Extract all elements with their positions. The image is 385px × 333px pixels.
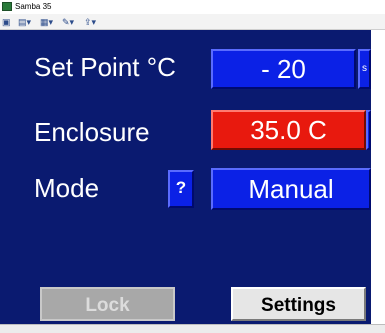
set-point-value[interactable]: - 20 xyxy=(211,49,356,89)
control-panel: Set Point °C - 20 s Enclosure 35.0 C Mod… xyxy=(0,30,371,324)
toolbar: ▣ ▤▾ ▦▾ ✎▾ ⇪▾ xyxy=(0,14,385,30)
set-point-side-button[interactable]: s xyxy=(358,49,371,89)
mode-help-button[interactable]: ? xyxy=(168,170,194,208)
toolbar-item-4[interactable]: ✎▾ xyxy=(62,16,74,28)
window-titlebar: Samba 35 xyxy=(0,0,385,14)
mode-value[interactable]: Manual xyxy=(211,168,371,210)
mode-label: Mode xyxy=(34,173,100,203)
set-point-label: Set Point °C xyxy=(34,52,176,82)
app-icon xyxy=(2,2,12,11)
lock-button[interactable]: Lock xyxy=(40,287,175,321)
status-bar xyxy=(0,324,385,333)
settings-button[interactable]: Settings xyxy=(231,287,366,321)
right-edge-strip xyxy=(371,30,385,324)
toolbar-item-3[interactable]: ▦▾ xyxy=(40,16,53,28)
window-title: Samba 35 xyxy=(15,2,52,11)
toolbar-item-5[interactable]: ⇪▾ xyxy=(84,16,96,28)
enclosure-label: Enclosure xyxy=(34,117,150,147)
toolbar-item-2[interactable]: ▤▾ xyxy=(18,16,31,28)
enclosure-value: 35.0 C xyxy=(211,110,366,150)
toolbar-item-1[interactable]: ▣ xyxy=(2,16,11,28)
